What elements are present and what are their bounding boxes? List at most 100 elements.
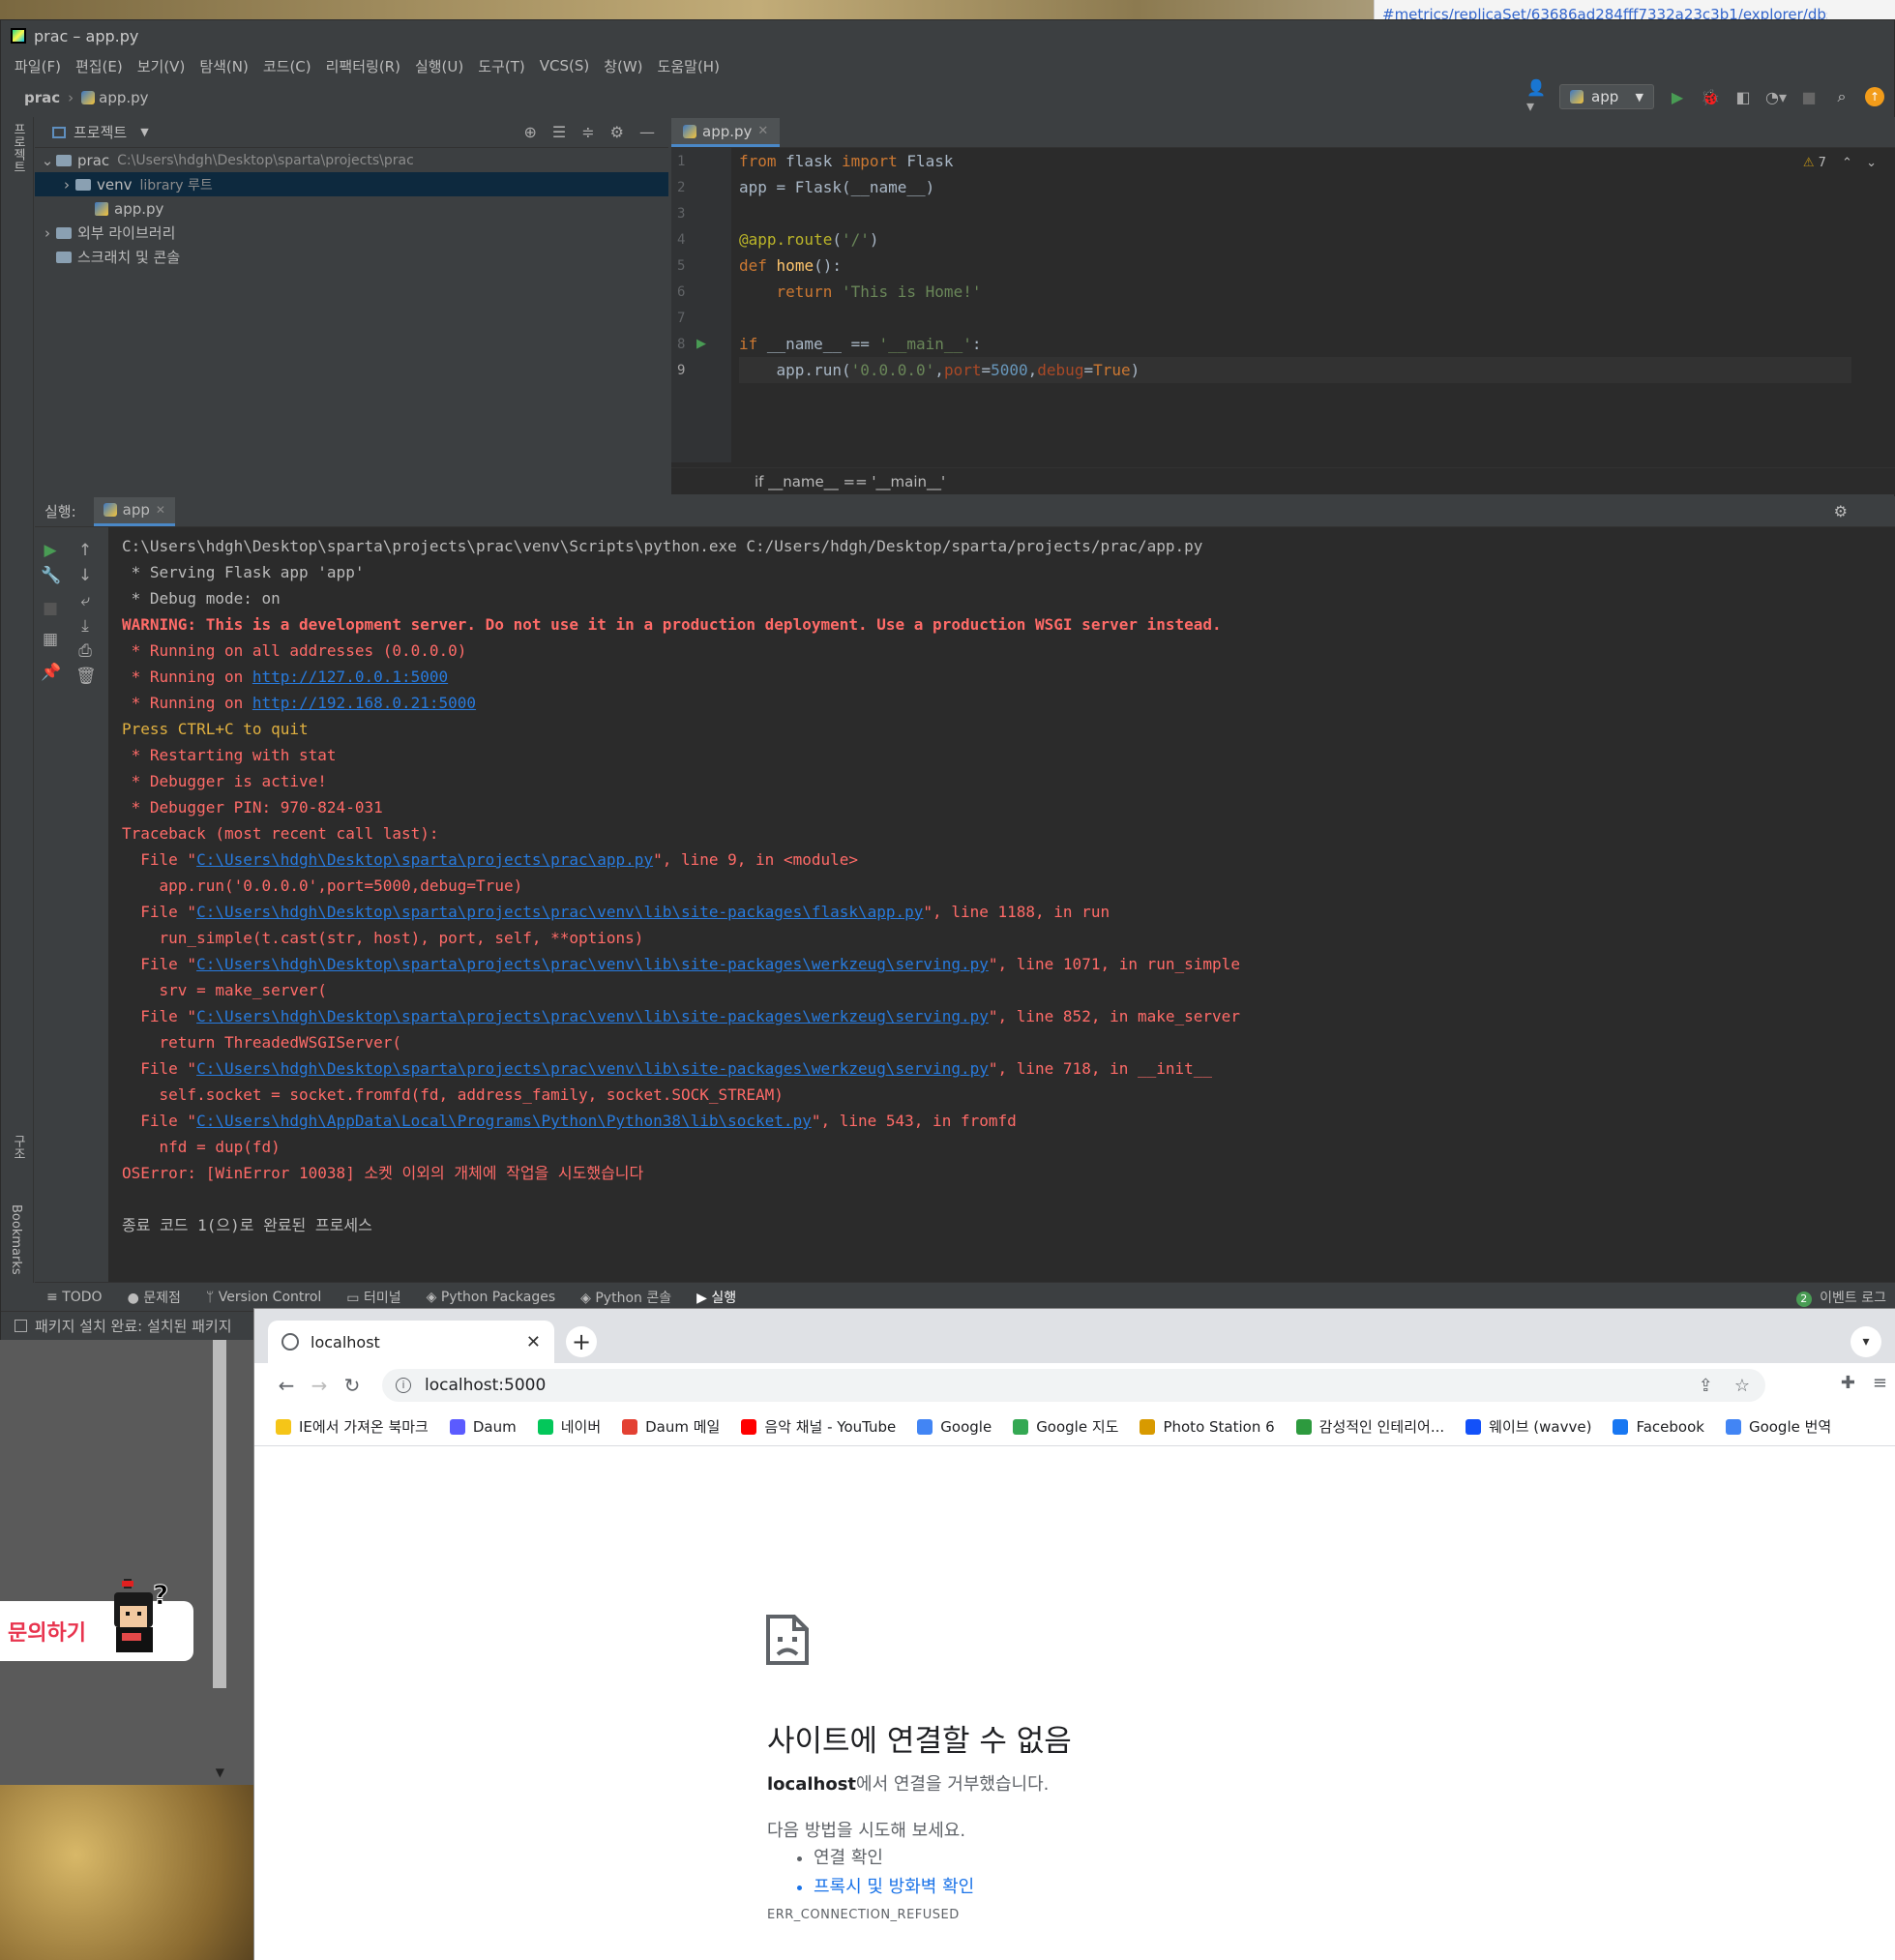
- scroll-to-end-icon[interactable]: ⤓: [75, 616, 95, 636]
- suggestion-check-proxy-link[interactable]: 프록시 및 방화벽 확인: [814, 1873, 974, 1902]
- run-tab-app[interactable]: app ✕: [93, 496, 175, 526]
- collapse-all-icon[interactable]: ≑: [581, 123, 594, 141]
- console-link[interactable]: C:\Users\hdgh\Desktop\sparta\projects\pr…: [196, 850, 653, 869]
- chevron-right-icon[interactable]: ›: [39, 224, 56, 242]
- bottom-tab[interactable]: ▶ 실행: [696, 1288, 736, 1307]
- console-link[interactable]: C:\Users\hdgh\Desktop\sparta\projects\pr…: [196, 903, 923, 921]
- scrollbar[interactable]: [213, 1340, 226, 1688]
- info-icon[interactable]: i: [396, 1378, 411, 1393]
- menu-item[interactable]: 실행(U): [415, 56, 463, 76]
- bottom-tab[interactable]: ◈ Python Packages: [427, 1290, 556, 1305]
- debug-icon[interactable]: 🐞: [1701, 87, 1720, 106]
- trash-icon[interactable]: 🗑: [75, 667, 97, 686]
- console-link[interactable]: C:\Users\hdgh\AppData\Local\Programs\Pyt…: [196, 1112, 812, 1130]
- close-icon[interactable]: ✕: [757, 124, 768, 138]
- tree-node[interactable]: › 외부 라이브러리: [35, 221, 668, 245]
- menu-item[interactable]: VCS(S): [540, 57, 589, 74]
- status-message[interactable]: 패키지 설치 완료: 설치된 패키지: [35, 1316, 232, 1336]
- menu-item[interactable]: 탐색(N): [199, 56, 249, 76]
- bottom-tab[interactable]: ᛘ Version Control: [206, 1290, 321, 1305]
- close-tab-icon[interactable]: ✕: [526, 1332, 541, 1352]
- console-link[interactable]: http://127.0.0.1:5000: [252, 668, 448, 686]
- rerun-icon[interactable]: ▶: [41, 541, 60, 560]
- editor-breadcrumb[interactable]: if __name__ == '__main__': [671, 467, 1895, 494]
- tree-node[interactable]: › venv library 루트: [35, 172, 668, 196]
- address-text[interactable]: localhost:5000: [425, 1376, 546, 1395]
- run-gutter-icon[interactable]: ▶: [696, 337, 706, 351]
- project-tool-button[interactable]: 프로젝트: [9, 123, 27, 173]
- chevron-up-icon[interactable]: ⌃: [1842, 156, 1852, 170]
- event-log-button[interactable]: 2 이벤트 로그: [1795, 1288, 1886, 1307]
- menu-item[interactable]: 리팩터링(R): [326, 56, 400, 76]
- menu-item[interactable]: 도구(T): [478, 56, 524, 76]
- pin-icon[interactable]: 📌: [41, 663, 61, 682]
- inspection-widget[interactable]: ⚠ 7 ⌃ ⌄: [1803, 156, 1877, 170]
- tree-node[interactable]: app.py: [35, 196, 668, 221]
- chevron-down-icon[interactable]: ▼: [140, 126, 148, 138]
- bookmark-item[interactable]: Google: [917, 1418, 992, 1436]
- status-icon[interactable]: [15, 1320, 27, 1332]
- bookmark-item[interactable]: Google 번역: [1725, 1416, 1831, 1437]
- menu-item[interactable]: 도움말(H): [658, 56, 720, 76]
- tree-node[interactable]: ⌄ prac C:\Users\hdgh\Desktop\sparta\projec…: [35, 148, 668, 172]
- gear-icon[interactable]: ⚙: [610, 123, 624, 141]
- soft-wrap-icon[interactable]: ⤶: [75, 591, 95, 610]
- bookmark-item[interactable]: Daum: [449, 1418, 517, 1436]
- arrow-up-icon[interactable]: ↑: [75, 541, 95, 560]
- gear-icon[interactable]: ⚙: [1834, 502, 1848, 520]
- bookmark-item[interactable]: 음악 채널 - YouTube: [741, 1416, 896, 1437]
- hide-icon[interactable]: —: [639, 123, 655, 141]
- bookmark-item[interactable]: Google 지도: [1013, 1416, 1118, 1437]
- menu-item[interactable]: 코드(C): [263, 56, 311, 76]
- structure-tool-button[interactable]: 구조: [9, 1135, 27, 1160]
- bottom-tab[interactable]: ◈ Python 콘솔: [580, 1288, 671, 1307]
- mascot-character-icon[interactable]: ?: [106, 1579, 174, 1666]
- editor-tab-app-py[interactable]: app.py ✕: [671, 118, 781, 147]
- run-icon[interactable]: ▶: [1668, 87, 1687, 106]
- console-link[interactable]: C:\Users\hdgh\Desktop\sparta\projects\pr…: [196, 955, 989, 973]
- bookmark-item[interactable]: Photo Station 6: [1140, 1418, 1275, 1436]
- locate-icon[interactable]: ⊕: [524, 123, 537, 141]
- chevron-down-icon[interactable]: ⌄: [1866, 156, 1877, 170]
- stop-icon[interactable]: ■: [1799, 87, 1819, 106]
- search-icon[interactable]: ⌕: [1832, 87, 1851, 106]
- menu-item[interactable]: 파일(F): [15, 56, 61, 76]
- console-link[interactable]: C:\Users\hdgh\Desktop\sparta\projects\pr…: [196, 1007, 989, 1025]
- bookmark-item[interactable]: Facebook: [1613, 1418, 1704, 1436]
- forward-icon[interactable]: →: [303, 1374, 336, 1397]
- menu-item[interactable]: 보기(V): [137, 56, 186, 76]
- run-configuration-select[interactable]: app ▼: [1559, 84, 1654, 109]
- back-icon[interactable]: ←: [270, 1374, 303, 1397]
- console-link[interactable]: C:\Users\hdgh\Desktop\sparta\projects\pr…: [196, 1059, 989, 1078]
- new-tab-button[interactable]: +: [566, 1326, 597, 1357]
- menu-item[interactable]: 창(W): [604, 56, 642, 76]
- stop-icon[interactable]: ■: [41, 599, 60, 618]
- browser-tab-localhost[interactable]: localhost ✕: [268, 1321, 554, 1363]
- bookmark-item[interactable]: Daum 메일: [622, 1416, 720, 1437]
- console-output[interactable]: C:\Users\hdgh\Desktop\sparta\projects\pr…: [122, 533, 1882, 1238]
- wrench-icon[interactable]: 🔧: [41, 566, 61, 585]
- bottom-tab[interactable]: ● 문제점: [128, 1288, 181, 1307]
- print-icon[interactable]: ⎙: [75, 641, 95, 661]
- bottom-tab[interactable]: ≡ TODO: [46, 1290, 103, 1305]
- chevron-right-icon[interactable]: ›: [58, 176, 75, 193]
- tree-node[interactable]: 스크래치 및 콘솔: [35, 245, 668, 269]
- user-icon[interactable]: 👤▾: [1526, 78, 1546, 115]
- share-icon[interactable]: ⇪: [1699, 1376, 1713, 1396]
- code-area[interactable]: from flask import Flask app = Flask(__nam…: [739, 148, 1851, 383]
- profile-icon[interactable]: ◔▾: [1765, 87, 1787, 106]
- bookmark-item[interactable]: 감성적인 인테리어...: [1295, 1416, 1444, 1437]
- expand-all-icon[interactable]: ☰: [552, 123, 566, 141]
- menu-item[interactable]: 편집(E): [75, 56, 123, 76]
- bookmark-item[interactable]: 네이버: [537, 1416, 601, 1437]
- breadcrumb-file[interactable]: app.py: [99, 89, 148, 106]
- reading-list-icon[interactable]: ≡: [1873, 1373, 1887, 1393]
- extensions-puzzle-icon[interactable]: ✚: [1841, 1373, 1855, 1393]
- project-panel-title[interactable]: 프로젝트: [74, 122, 127, 142]
- bookmark-item[interactable]: 웨이브 (wavve): [1466, 1416, 1591, 1437]
- layout-icon[interactable]: ▦: [41, 630, 60, 649]
- bottom-tab[interactable]: ▭ 터미널: [346, 1288, 400, 1307]
- scroll-down-icon[interactable]: ▼: [216, 1766, 224, 1779]
- bookmarks-tool-button[interactable]: Bookmarks: [9, 1204, 23, 1275]
- arrow-down-icon[interactable]: ↓: [75, 566, 95, 585]
